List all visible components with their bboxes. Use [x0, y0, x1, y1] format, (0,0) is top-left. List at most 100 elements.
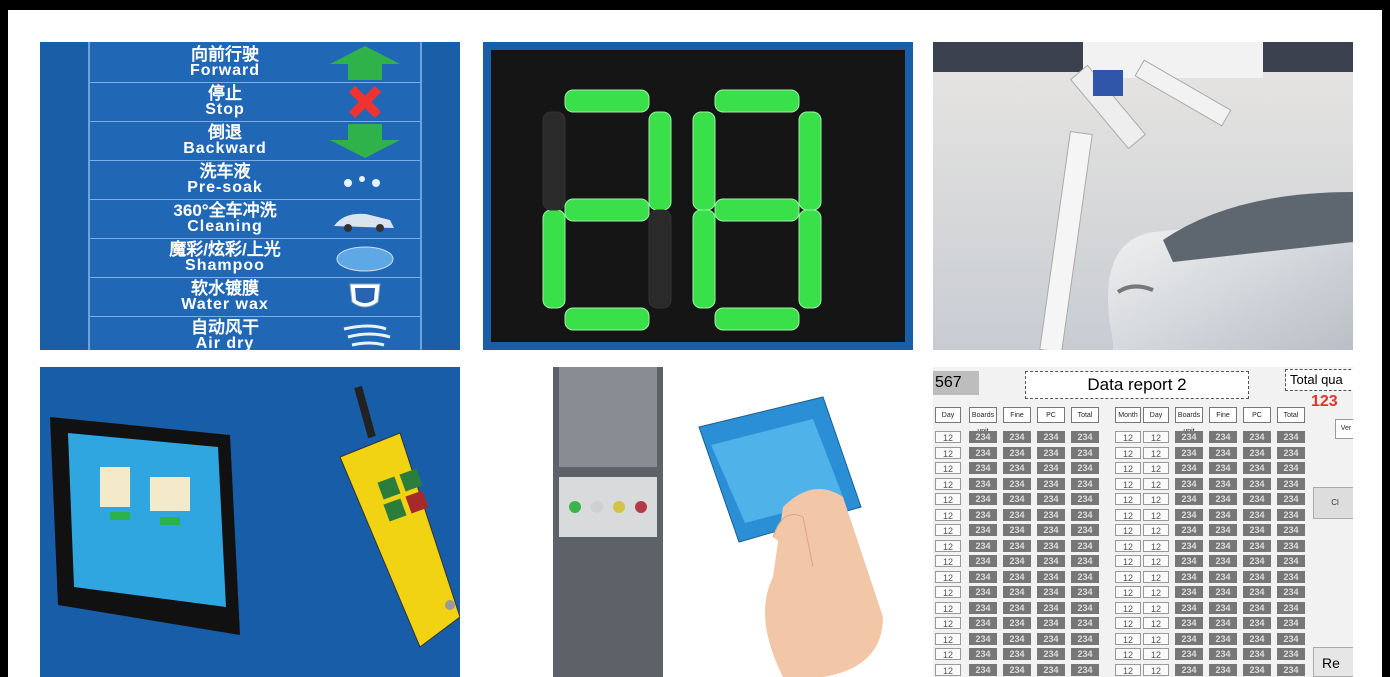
table-cell: 234 — [969, 617, 997, 629]
guide-row: 停止 Stop — [90, 83, 420, 122]
table-cell: 234 — [1175, 508, 1203, 521]
guide-label-zh: 软水镀膜 — [191, 279, 259, 298]
table-cell: 234 — [1209, 648, 1237, 660]
table-cell: 12 — [1115, 493, 1141, 505]
column-header: Day — [935, 407, 961, 423]
guide-label-en: Forward — [189, 62, 261, 79]
led-segment-d — [714, 307, 800, 331]
return-button[interactable]: Re — [1313, 647, 1353, 677]
table-cell: 12 — [1115, 570, 1141, 583]
table-cell: 234 — [1003, 632, 1031, 645]
table-cell: 234 — [1209, 524, 1237, 536]
table-cell: 234 — [1003, 570, 1031, 583]
gantry-arm-illustration — [933, 42, 1353, 350]
table-cell: 234 — [1071, 446, 1099, 459]
table-cell: 234 — [1071, 508, 1099, 521]
led-digits — [542, 89, 822, 331]
table-cell: 234 — [1175, 539, 1203, 552]
table-cell: 12 — [1143, 617, 1169, 629]
table-cell: 234 — [969, 539, 997, 552]
table-cell: 12 — [935, 570, 961, 583]
led-segment-g — [564, 198, 650, 222]
table-cell: 234 — [1037, 524, 1065, 536]
led-segment-a — [714, 89, 800, 113]
guide-row: 魔彩/炫彩/上光 Shampoo — [90, 239, 420, 278]
table-cell: 12 — [1143, 601, 1169, 614]
table-cell: 12 — [1143, 586, 1169, 598]
guide-label-zh: 向前行驶 — [191, 45, 259, 64]
table-cell: 234 — [969, 462, 997, 474]
clear-button[interactable]: Cl — [1313, 487, 1353, 519]
table-cell: 234 — [1071, 663, 1099, 676]
table-cell: 12 — [935, 462, 961, 474]
table-cell: 234 — [1037, 617, 1065, 629]
table-cell: 234 — [1243, 648, 1271, 660]
guide-label-en: Cleaning — [187, 218, 263, 235]
column-header: PC — [1243, 407, 1271, 423]
guide-label-zh: 洗车液 — [199, 162, 251, 181]
table-cell: 234 — [1277, 570, 1305, 583]
table-cell: 12 — [1115, 663, 1141, 676]
table-cell: 234 — [1209, 570, 1237, 583]
table-cell: 234 — [1071, 524, 1099, 536]
table-cell: 234 — [1209, 493, 1237, 505]
table-cell: 12 — [1143, 663, 1169, 676]
table-cell: 234 — [969, 663, 997, 676]
table-cell: 12 — [1143, 508, 1169, 521]
card-reader-illustration — [553, 367, 883, 677]
table-cell: 234 — [1071, 586, 1099, 598]
column-header: Fine — [1003, 407, 1031, 423]
table-cell: 12 — [1115, 555, 1141, 567]
table-cell: 12 — [935, 446, 961, 459]
table-cell: 234 — [1243, 524, 1271, 536]
table-cell: 234 — [1277, 539, 1305, 552]
guide-label-zh: 360°全车冲洗 — [173, 201, 277, 220]
table-cell: 234 — [1175, 477, 1203, 490]
table-cell: 234 — [1071, 431, 1099, 443]
table-cell: 234 — [1175, 462, 1203, 474]
table-cell: 234 — [1071, 570, 1099, 583]
guide-label-en: Air dry — [195, 335, 255, 350]
table-cell: 234 — [1003, 508, 1031, 521]
table-cell: 234 — [1175, 570, 1203, 583]
table-cell: 234 — [969, 601, 997, 614]
column-header: Boards unit — [969, 407, 997, 435]
table-cell: 234 — [1003, 663, 1031, 676]
led-segment-e — [692, 209, 716, 309]
table-cell: 234 — [1243, 555, 1271, 567]
table-cell: 12 — [1115, 508, 1141, 521]
table-cell: 234 — [1037, 570, 1065, 583]
guide-row: 洗车液 Pre-soak — [90, 161, 420, 200]
table-cell: 12 — [1143, 570, 1169, 583]
data-report-panel: 567 Data report 2 Total qua 123 Ver Cl R… — [933, 367, 1353, 677]
table-cell: 12 — [935, 431, 961, 443]
table-cell: 234 — [1037, 632, 1065, 645]
table-cell: 234 — [1037, 508, 1065, 521]
table-cell: 234 — [1071, 632, 1099, 645]
guide-row: 软水镀膜 Water wax — [90, 278, 420, 317]
table-cell: 234 — [1037, 586, 1065, 598]
table-cell: 234 — [1243, 539, 1271, 552]
table-cell: 234 — [1209, 617, 1237, 629]
table-cell: 12 — [1115, 648, 1141, 660]
led-segment-e — [542, 209, 566, 309]
gantry-arm-photo — [933, 42, 1353, 350]
table-cell: 234 — [1277, 524, 1305, 536]
led-segment-g — [714, 198, 800, 222]
version-button[interactable]: Ver — [1335, 419, 1353, 439]
table-cell: 12 — [1115, 601, 1141, 614]
table-cell: 234 — [969, 632, 997, 645]
table-cell: 234 — [1037, 555, 1065, 567]
table-cell: 12 — [1143, 524, 1169, 536]
table-cell: 12 — [1143, 477, 1169, 490]
table-cell: 234 — [1175, 632, 1203, 645]
guide-board-panel: 向前行驶 Forward 停止 Stop 倒退 Backward 洗车液 Pre-soak 36… — [40, 42, 460, 350]
table-cell: 234 — [1037, 446, 1065, 459]
table-cell: 234 — [1071, 539, 1099, 552]
guide-row: 向前行驶 Forward — [90, 44, 420, 83]
table-cell: 234 — [1175, 524, 1203, 536]
table-cell: 234 — [1209, 462, 1237, 474]
table-cell: 12 — [1143, 539, 1169, 552]
guide-label-en: Pre-soak — [187, 179, 263, 196]
table-cell: 234 — [969, 508, 997, 521]
